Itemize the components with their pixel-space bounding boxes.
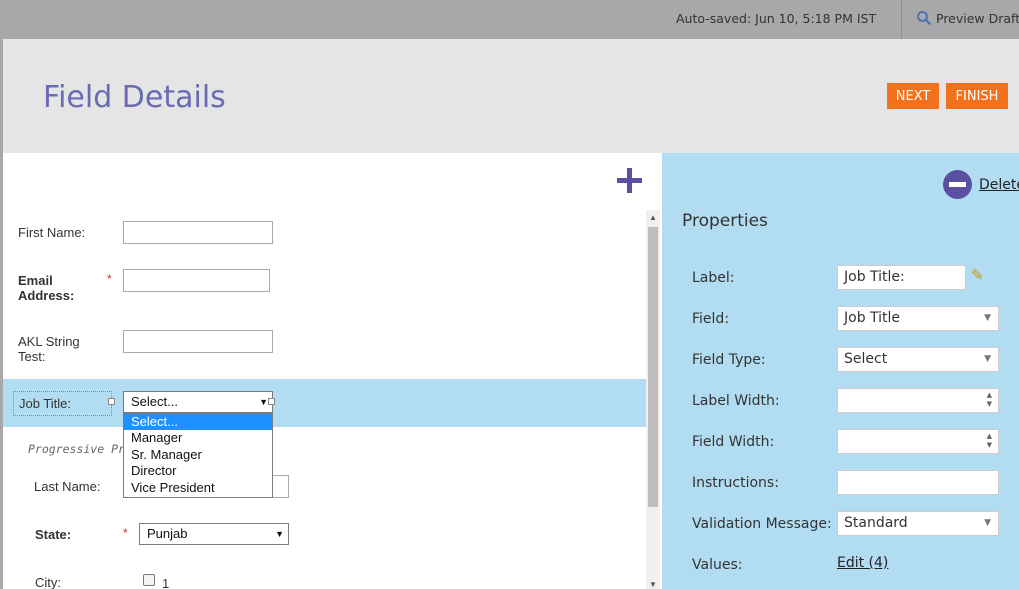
form-scrollbar[interactable]: ▲ ▼ [646, 210, 660, 589]
required-marker: * [107, 272, 112, 286]
chevron-down-icon: ▼ [984, 313, 991, 323]
magnifier-icon [917, 11, 932, 26]
prop-instructions-label: Instructions: [692, 475, 779, 491]
first-name-label: First Name: [18, 225, 86, 240]
city-checkbox[interactable] [143, 574, 155, 586]
form-canvas [3, 153, 662, 589]
edit-values-link[interactable]: Edit (4) [837, 555, 888, 571]
email-label: Email Address: [18, 273, 75, 303]
prop-field-value: Job Title [844, 310, 901, 326]
job-title-label: Job Title: [19, 396, 72, 411]
scroll-down-icon[interactable]: ▼ [649, 580, 657, 589]
dropdown-option[interactable]: Manager [124, 430, 272, 446]
preview-draft-button[interactable]: Preview Draft [916, 10, 1019, 26]
akl-string-label: AKL String Test: [18, 334, 80, 364]
dropdown-option[interactable]: Select... [124, 414, 272, 431]
dropdown-option[interactable]: Director [124, 463, 272, 479]
preview-draft-label: Preview Draft [936, 10, 1019, 26]
last-name-label: Last Name: [34, 479, 101, 494]
email-field[interactable] [123, 269, 270, 292]
resize-handle[interactable] [108, 398, 115, 405]
add-field-icon[interactable] [617, 168, 643, 194]
city-label: City: [35, 575, 61, 589]
scroll-thumb[interactable] [648, 227, 658, 507]
prop-values-label: Values: [692, 557, 743, 573]
delete-link[interactable]: Delete [979, 177, 1019, 193]
chevron-down-icon: ▼ [984, 518, 991, 528]
finish-button[interactable]: FINISH [946, 83, 1008, 109]
state-select-value: Punjab [147, 526, 188, 541]
prop-label-value: Job Title: [844, 269, 905, 285]
prop-validation-select[interactable]: Standard ▼ [837, 511, 999, 536]
prop-field-type-value: Select [844, 351, 888, 367]
prop-label-width-label: Label Width: [692, 393, 780, 409]
prop-field-width-label: Field Width: [692, 434, 775, 450]
prop-field-label: Field: [692, 311, 730, 327]
job-title-select-value: Select... [131, 394, 178, 409]
state-select[interactable]: Punjab ▼ [139, 523, 289, 545]
state-label: State: [35, 527, 72, 542]
prop-field-type-select[interactable]: Select ▼ [837, 347, 999, 372]
job-title-dropdown-list[interactable]: Select... Manager Sr. Manager Director V… [123, 413, 273, 498]
prop-label-label: Label: [692, 270, 735, 286]
topbar-divider [901, 0, 902, 39]
prop-validation-value: Standard [844, 515, 908, 531]
dropdown-option[interactable]: Vice President [124, 480, 272, 496]
chevron-down-icon: ▼ [259, 397, 268, 407]
chevron-down-icon: ▼ [275, 529, 284, 539]
progressive-profiling-label: Progressive Pr [28, 442, 125, 456]
prop-field-width-input[interactable]: ▲ ▼ [837, 429, 999, 454]
spinner-icon[interactable]: ▲ ▼ [987, 391, 992, 409]
minus-circle-icon[interactable] [943, 170, 972, 199]
required-marker: * [123, 526, 128, 540]
prop-field-type-label: Field Type: [692, 352, 766, 368]
pencil-icon[interactable]: ✎ [971, 266, 984, 284]
spinner-icon[interactable]: ▲ ▼ [987, 432, 992, 450]
prop-field-select[interactable]: Job Title ▼ [837, 306, 999, 331]
properties-title: Properties [682, 211, 768, 231]
resize-handle[interactable] [268, 398, 275, 405]
city-checkbox-label: 1 [162, 576, 170, 589]
first-name-field[interactable] [123, 221, 273, 244]
scroll-up-icon[interactable]: ▲ [649, 213, 657, 222]
prop-label-width-input[interactable]: ▲ ▼ [837, 388, 999, 413]
page-title: Field Details [43, 80, 226, 115]
prop-label-input[interactable]: Job Title: [837, 265, 966, 290]
job-title-select[interactable]: Select... ▼ [123, 391, 273, 413]
akl-string-field[interactable] [123, 330, 273, 353]
autosave-status: Auto-saved: Jun 10, 5:18 PM IST [676, 11, 877, 26]
prop-instructions-input[interactable] [837, 470, 999, 495]
chevron-down-icon: ▼ [984, 354, 991, 364]
dropdown-option[interactable]: Sr. Manager [124, 447, 272, 463]
next-button[interactable]: NEXT [887, 83, 939, 109]
prop-validation-label: Validation Message: [692, 516, 832, 532]
